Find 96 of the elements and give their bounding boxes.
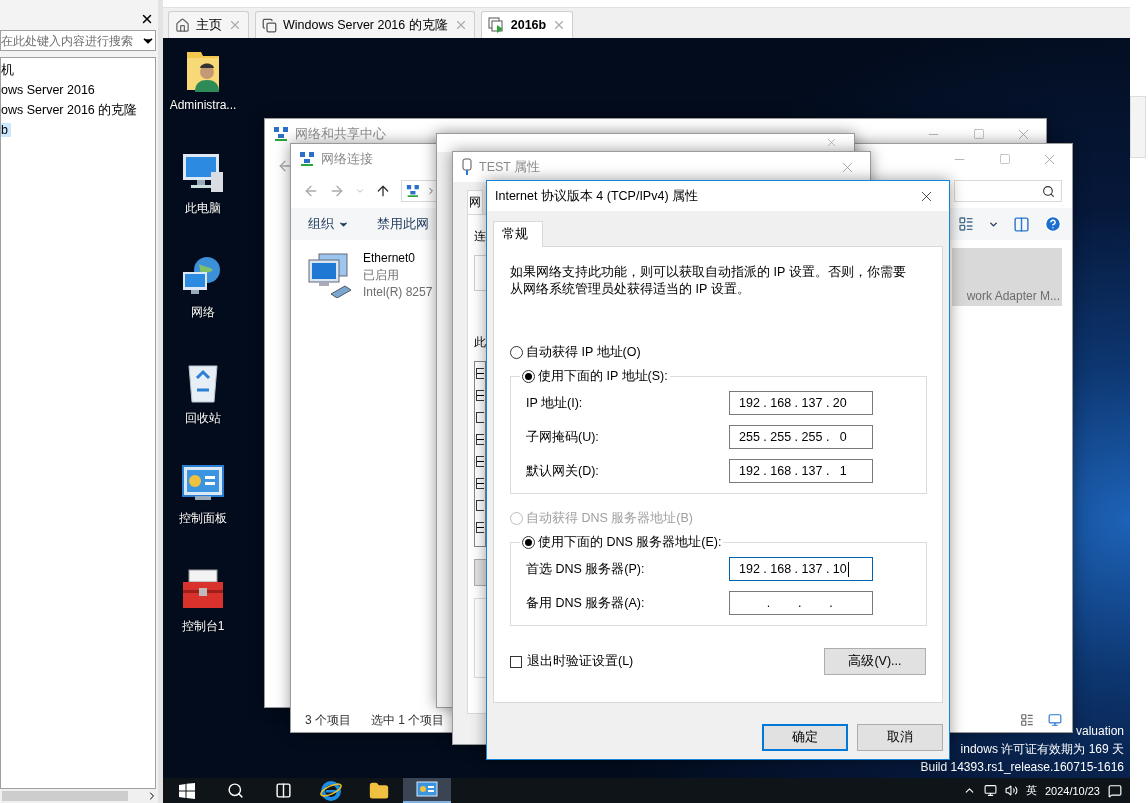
home-icon (175, 17, 190, 33)
section-label: 此 (474, 335, 486, 349)
running-machine-icon (487, 16, 505, 34)
toolbar-button[interactable]: 禁用此网 (377, 215, 429, 233)
tab[interactable]: 常规 (493, 221, 543, 247)
control-panel-icon[interactable] (416, 780, 438, 799)
dialog-button[interactable]: 取消 (857, 724, 943, 751)
ip-address-field[interactable]: 255 . 255 . 255 . 0 (729, 425, 873, 449)
radio-label: 自动获得 IP 地址(O) (526, 343, 641, 361)
tab[interactable]: Windows Server 2016 的克隆 (255, 11, 475, 38)
adapter-device: Intel(R) 8257 (363, 284, 433, 300)
desktop-info-text: Build 14393.rs1_release.160715-1616 (920, 759, 1124, 776)
adapter-item[interactable]: work Adapter M... (952, 248, 1062, 306)
desktop-icon-label[interactable]: 回收站 (185, 410, 221, 427)
radio-button[interactable] (522, 369, 535, 383)
field-label: 首选 DNS 服务器(P): (526, 560, 646, 578)
task-view-icon[interactable] (274, 782, 292, 799)
checkbox[interactable] (476, 368, 484, 379)
notifications-icon[interactable] (1108, 783, 1122, 798)
checkbox[interactable] (476, 478, 484, 489)
window-title: TEST 属性 (479, 158, 541, 176)
checkbox-label: 退出时验证设置(L) (527, 653, 634, 670)
up-icon[interactable] (375, 183, 391, 199)
ip-address-field[interactable]: 192 . 168 . 137 . 10 (729, 557, 873, 581)
window-title: 网络连接 (321, 150, 373, 168)
windows-logo-icon[interactable] (179, 782, 195, 799)
dialog-button[interactable]: 确定 (762, 724, 848, 751)
adapter-device: work Adapter M... (966, 288, 1060, 304)
desktop-icon-label[interactable]: Administra... (169, 98, 237, 112)
checkbox[interactable] (510, 655, 522, 668)
search-icon[interactable] (1042, 184, 1055, 198)
status-text: 选中 1 个项目 (371, 711, 445, 729)
search-field[interactable]: 在此处键入内容进行搜索 (0, 30, 156, 51)
tree-item[interactable]: b (1, 123, 11, 137)
field-label: 子网掩码(U): (526, 428, 600, 446)
tab[interactable]: 主页 (168, 11, 249, 38)
checkbox[interactable] (476, 390, 484, 401)
checkbox[interactable] (476, 522, 484, 533)
desktop-info-text: valuation (1075, 723, 1124, 740)
ip-address-field[interactable]: 192 . 168 . 137 . 1 (729, 459, 873, 483)
desktop-info-text: indows 许可证有效期为 169 天 (960, 741, 1124, 758)
desktop-icon-label[interactable]: 控制台1 (181, 618, 225, 635)
toolbar-button[interactable]: 组织 (308, 215, 349, 233)
view-options-icon[interactable] (958, 216, 974, 232)
tab[interactable]: 网 (467, 190, 483, 214)
field-label: 备用 DNS 服务器(A): (526, 594, 646, 612)
clock-date[interactable]: 2024/10/23 (1044, 784, 1100, 797)
network-icon (299, 151, 315, 167)
network-icon (406, 183, 420, 199)
network-icon (273, 126, 289, 142)
adapter-name: Ethernet0 (363, 250, 417, 266)
input-method-indicator[interactable]: 英 (1025, 783, 1037, 798)
large-icons-view-icon[interactable] (1048, 713, 1062, 727)
tab[interactable]: 2016b (480, 11, 574, 38)
window-title: Internet 协议版本 4 (TCP/IPv4) 属性 (495, 187, 699, 205)
checkbox[interactable] (476, 456, 484, 467)
search-icon[interactable] (226, 782, 244, 799)
checkbox[interactable] (476, 412, 484, 423)
desktop-icon-label[interactable]: 控制面板 (179, 510, 227, 527)
field-label: IP 地址(I): (526, 394, 584, 412)
tree-item[interactable]: ows Server 2016 的克隆 (1, 101, 138, 119)
virtual-machine-icon (262, 17, 277, 33)
desktop-icon-label[interactable]: 网络 (191, 304, 215, 321)
tree-item[interactable]: 机 (1, 61, 14, 79)
status-text: 3 个项目 (305, 711, 351, 729)
ip-address-field[interactable]: 192 . 168 . 137 . 20 (729, 391, 873, 415)
computer-icon (181, 152, 225, 194)
window-title: 网络和共享中心 (295, 125, 386, 143)
close-icon[interactable] (140, 12, 154, 26)
tree-item[interactable]: ows Server 2016 (1, 83, 95, 97)
description-text: 如果网络支持此功能，则可以获取自动指派的 IP 设置。否则，你需要从网络系统管理员处获得适当的 IP 设置。 (510, 264, 907, 298)
desktop-icon-label[interactable]: 此电脑 (185, 200, 221, 217)
folder-icon[interactable] (369, 780, 389, 801)
radio-button[interactable] (510, 345, 523, 359)
checkbox[interactable] (476, 500, 484, 511)
back-icon[interactable] (277, 158, 293, 174)
radio-label: 使用下面的 IP 地址(S): (538, 367, 668, 385)
radio-label: 自动获得 DNS 服务器地址(B) (526, 509, 693, 527)
help-icon[interactable] (1044, 215, 1062, 233)
radio-label: 使用下面的 DNS 服务器地址(E): (538, 533, 722, 551)
adapter-item[interactable]: Ethernet0 已启用 Intel(R) 8257 (305, 248, 435, 306)
scrollbar-thumb[interactable] (2, 791, 128, 801)
adapter-status: 已启用 (363, 267, 400, 283)
checkbox[interactable] (476, 434, 484, 445)
volume-icon[interactable] (1004, 784, 1018, 797)
radio-button[interactable] (522, 535, 535, 549)
details-view-icon[interactable] (1020, 713, 1034, 727)
advanced-button[interactable]: 高级(V)... (824, 648, 926, 675)
field-label: 默认网关(D): (526, 462, 600, 480)
preview-pane-icon[interactable] (1013, 215, 1030, 233)
search-field[interactable] (954, 180, 1062, 202)
ip-address-field[interactable]: . . . (729, 591, 873, 615)
section-label: 连 (474, 229, 486, 243)
browser-icon[interactable] (320, 780, 342, 801)
adapter-icon (461, 158, 473, 176)
network-status-icon[interactable] (983, 784, 997, 797)
